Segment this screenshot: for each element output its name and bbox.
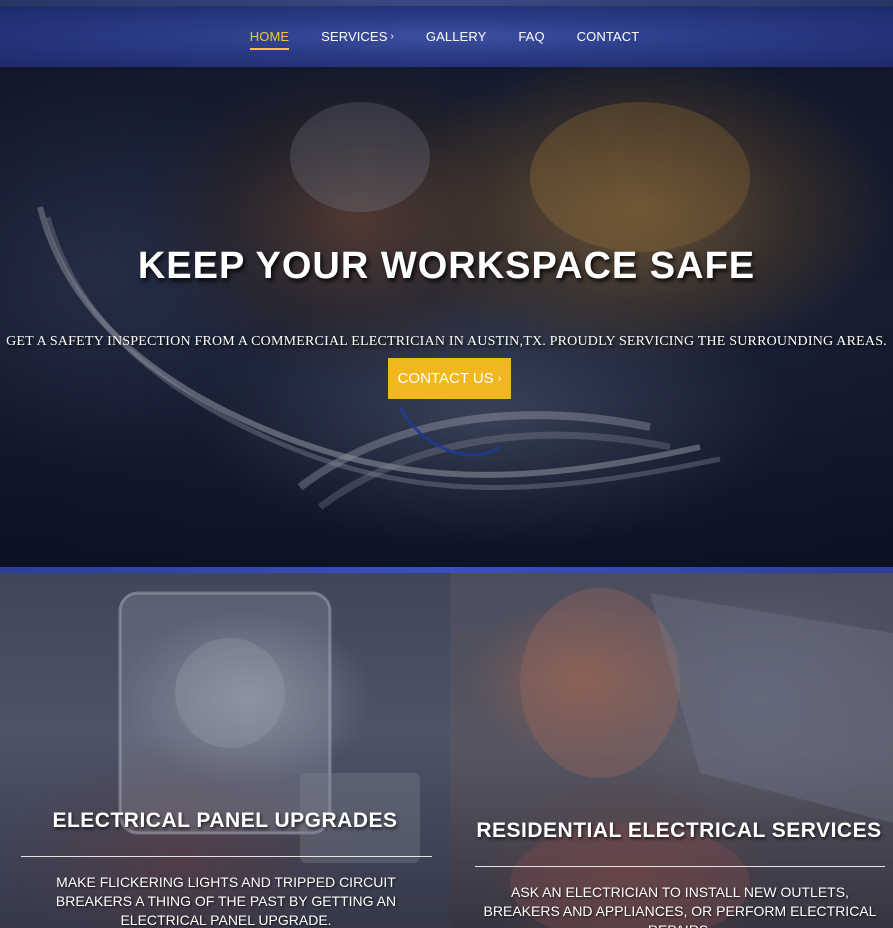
main-navbar: HOME SERVICES › GALLERY FAQ CONTACT bbox=[0, 6, 893, 67]
service-card-panel-upgrades[interactable]: ELECTRICAL PANEL UPGRADES MAKE FLICKERIN… bbox=[0, 573, 450, 928]
contact-us-label: CONTACT US bbox=[397, 370, 494, 387]
nav-item-contact-label: CONTACT bbox=[576, 29, 640, 44]
card-title: RESIDENTIAL ELECTRICAL SERVICES bbox=[476, 819, 882, 842]
hero-overlay bbox=[0, 67, 893, 567]
nav-item-services[interactable]: SERVICES › bbox=[305, 6, 410, 67]
nav-list: HOME SERVICES › GALLERY FAQ CONTACT bbox=[234, 6, 656, 67]
nav-item-home[interactable]: HOME bbox=[234, 6, 305, 67]
card-divider bbox=[475, 866, 885, 867]
card-divider bbox=[21, 856, 432, 857]
card-description: ASK AN ELECTRICIAN TO INSTALL NEW OUTLET… bbox=[483, 884, 877, 928]
hero-title: KEEP YOUR WORKSPACE SAFE bbox=[137, 245, 756, 287]
nav-item-services-label: SERVICES bbox=[321, 29, 388, 44]
nav-item-gallery[interactable]: GALLERY bbox=[410, 6, 502, 67]
nav-item-contact[interactable]: CONTACT bbox=[561, 6, 656, 67]
card-overlay bbox=[450, 573, 893, 928]
hero-banner: KEEP YOUR WORKSPACE SAFE GET A SAFETY IN… bbox=[0, 67, 893, 567]
chevron-right-icon: › bbox=[497, 372, 502, 385]
nav-item-faq-label: FAQ bbox=[518, 29, 545, 44]
chevron-right-icon: › bbox=[390, 31, 394, 42]
contact-us-button[interactable]: CONTACT US › bbox=[388, 358, 511, 399]
nav-item-home-label: HOME bbox=[249, 29, 290, 44]
nav-item-faq[interactable]: FAQ bbox=[502, 6, 560, 67]
nav-item-gallery-label: GALLERY bbox=[425, 29, 487, 44]
hero-subtitle: GET A SAFETY INSPECTION FROM A COMMERCIA… bbox=[6, 334, 887, 349]
card-description: MAKE FLICKERING LIGHTS AND TRIPPED CIRCU… bbox=[55, 874, 397, 928]
service-card-residential[interactable]: RESIDENTIAL ELECTRICAL SERVICES ASK AN E… bbox=[450, 573, 893, 928]
card-title: ELECTRICAL PANEL UPGRADES bbox=[52, 809, 398, 832]
